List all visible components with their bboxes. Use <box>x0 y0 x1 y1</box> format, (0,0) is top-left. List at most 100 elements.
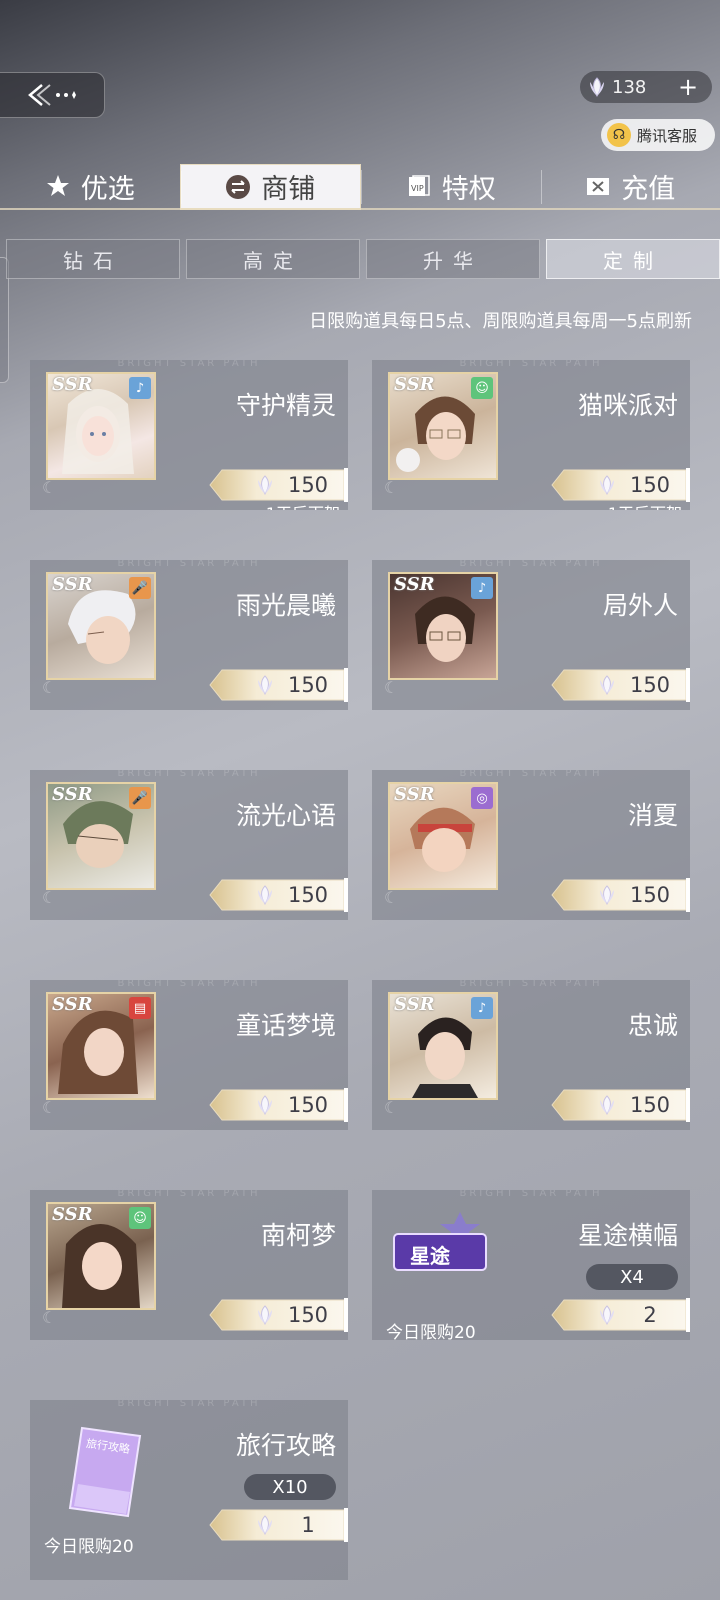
subtab-custom[interactable]: 定制 <box>546 239 720 279</box>
subtab-couture[interactable]: 高定 <box>186 239 360 279</box>
shop-item-card[interactable]: BRIGHT STAR PATH 星途 星途横幅 X4 今日限购20 2 <box>372 1190 690 1340</box>
circle-icon: ◎ <box>471 787 493 809</box>
tab-shop[interactable]: 商铺 <box>179 164 361 210</box>
gem-icon <box>258 1515 272 1535</box>
purchase-limit: 今日限购20 <box>386 1323 476 1340</box>
shop-item-card[interactable]: BRIGHT STAR PATH 旅行攻略 旅行攻略 X10 今日限购20 1 <box>30 1400 348 1580</box>
item-portrait: SSR 🎤 <box>46 572 156 680</box>
watermark-text: BRIGHT STAR PATH <box>459 1190 603 1199</box>
rarity-label: SSR <box>52 574 93 595</box>
gem-icon <box>600 1305 614 1325</box>
price-tag[interactable]: 150 <box>208 468 348 502</box>
item-portrait: SSR ☺ <box>388 372 498 480</box>
watermark-text: BRIGHT STAR PATH <box>117 560 261 569</box>
subtab-sublimation[interactable]: 升华 <box>366 239 540 279</box>
add-currency-button[interactable]: + <box>678 73 698 101</box>
customer-service-button[interactable]: ☊ 腾讯客服 <box>601 119 715 151</box>
shop-item-card[interactable]: BRIGHT STAR PATH SSR 🎤 流光心语 150 ☾ <box>30 770 348 920</box>
shop-item-card[interactable]: BRIGHT STAR PATH SSR ♪ 局外人 150 ☾ <box>372 560 690 710</box>
smile-icon: ☺ <box>129 1207 151 1229</box>
voice-icon: ♪ <box>129 377 151 399</box>
price-tag[interactable]: 150 <box>208 668 348 702</box>
price-value: 150 <box>287 1093 329 1117</box>
gem-icon <box>258 1095 272 1115</box>
watermark-text: BRIGHT STAR PATH <box>117 980 261 989</box>
card-icon: VIP <box>406 173 432 199</box>
gem-icon <box>258 1305 272 1325</box>
rarity-label: SSR <box>394 374 435 395</box>
back-button[interactable] <box>0 72 105 118</box>
tab-privilege[interactable]: VIP 特权 <box>361 164 541 210</box>
moon-icon: ☾ <box>384 478 399 497</box>
gem-icon <box>600 885 614 905</box>
shop-item-card[interactable]: BRIGHT STAR PATH SSR ♪ 忠诚 150 ☾ <box>372 980 690 1130</box>
rarity-label: SSR <box>394 574 435 595</box>
shop-item-card[interactable]: BRIGHT STAR PATH SSR ◎ 消夏 150 ☾ <box>372 770 690 920</box>
tab-featured[interactable]: 优选 <box>0 164 180 210</box>
item-portrait: SSR ♪ <box>46 372 156 480</box>
tab-label: 优选 <box>80 173 135 205</box>
rarity-label: SSR <box>52 1204 93 1225</box>
item-quantity: X4 <box>586 1264 678 1290</box>
wallet-icon <box>585 173 611 199</box>
moon-icon: ☾ <box>384 888 399 907</box>
star-banner-image: 星途 <box>390 1210 490 1280</box>
price-value: 2 <box>643 1303 657 1327</box>
travel-guide-book: 旅行攻略 <box>64 1424 144 1520</box>
shop-item-card[interactable]: BRIGHT STAR PATH SSR 🎤 雨光晨曦 150 ☾ <box>30 560 348 710</box>
price-tag[interactable]: 150 <box>550 878 690 912</box>
price-tag[interactable]: 150 <box>550 668 690 702</box>
price-value: 150 <box>629 1093 671 1117</box>
moon-icon: ☾ <box>42 478 57 497</box>
shop-item-card[interactable]: BRIGHT STAR PATH SSR ☺ 猫咪派对 150 ☾ 1天后下架 <box>372 360 690 510</box>
tab-label: 商铺 <box>261 174 316 205</box>
rarity-label: SSR <box>394 994 435 1015</box>
price-tag[interactable]: 1 <box>208 1508 348 1542</box>
price-tag[interactable]: 150 <box>208 1298 348 1332</box>
price-tag[interactable]: 150 <box>208 878 348 912</box>
shop-item-card[interactable]: BRIGHT STAR PATH SSR ☺ 南柯梦 150 ☾ <box>30 1190 348 1340</box>
mic-icon: 🎤 <box>129 787 151 809</box>
shop-item-card[interactable]: BRIGHT STAR PATH SSR ♪ 守护精灵 150 ☾ 1天后下架 <box>30 360 348 510</box>
item-name: 流光心语 <box>235 801 336 830</box>
item-quantity: X10 <box>244 1474 336 1500</box>
item-portrait: SSR ♪ <box>388 572 498 680</box>
subtab-diamond[interactable]: 钻石 <box>6 239 180 279</box>
clapper-icon: ▤ <box>129 997 151 1019</box>
gem-icon <box>600 475 614 495</box>
voice-icon: ♪ <box>471 997 493 1019</box>
item-name: 忠诚 <box>627 1011 678 1040</box>
gem-icon <box>258 475 272 495</box>
price-value: 1 <box>301 1513 315 1537</box>
banner-text: 星途 <box>410 1244 450 1268</box>
shop-item-card[interactable]: BRIGHT STAR PATH SSR ▤ 童话梦境 150 ☾ <box>30 980 348 1130</box>
item-name: 南柯梦 <box>260 1221 336 1250</box>
tab-recharge[interactable]: 充值 <box>540 164 720 210</box>
purchase-limit: 今日限购20 <box>44 1537 134 1557</box>
customer-service-label: 腾讯客服 <box>637 126 698 145</box>
watermark-text: BRIGHT STAR PATH <box>459 980 603 989</box>
price-tag[interactable]: 150 <box>208 1088 348 1122</box>
gem-icon <box>590 77 604 97</box>
voice-icon: ♪ <box>471 577 493 599</box>
item-name: 局外人 <box>602 591 678 620</box>
price-tag[interactable]: 2 <box>550 1298 690 1332</box>
tab-label: 特权 <box>441 173 496 205</box>
price-value: 150 <box>287 473 329 497</box>
exchange-icon <box>225 174 251 200</box>
moon-icon: ☾ <box>42 1098 57 1117</box>
price-tag[interactable]: 150 <box>550 1088 690 1122</box>
gem-icon <box>258 675 272 695</box>
headset-icon: ☊ <box>607 123 631 147</box>
item-portrait: SSR 🎤 <box>46 782 156 890</box>
star-icon <box>45 173 71 199</box>
item-name: 守护精灵 <box>235 391 336 420</box>
moon-icon: ☾ <box>42 1308 57 1327</box>
price-value: 150 <box>629 673 671 697</box>
moon-icon: ☾ <box>384 1098 399 1117</box>
back-arrow-icon <box>28 84 76 106</box>
price-tag[interactable]: 150 <box>550 468 690 502</box>
refresh-notice: 日限购道具每日5点、周限购道具每周一5点刷新 <box>309 311 692 332</box>
price-value: 150 <box>629 473 671 497</box>
watermark-text: BRIGHT STAR PATH <box>117 1190 261 1199</box>
